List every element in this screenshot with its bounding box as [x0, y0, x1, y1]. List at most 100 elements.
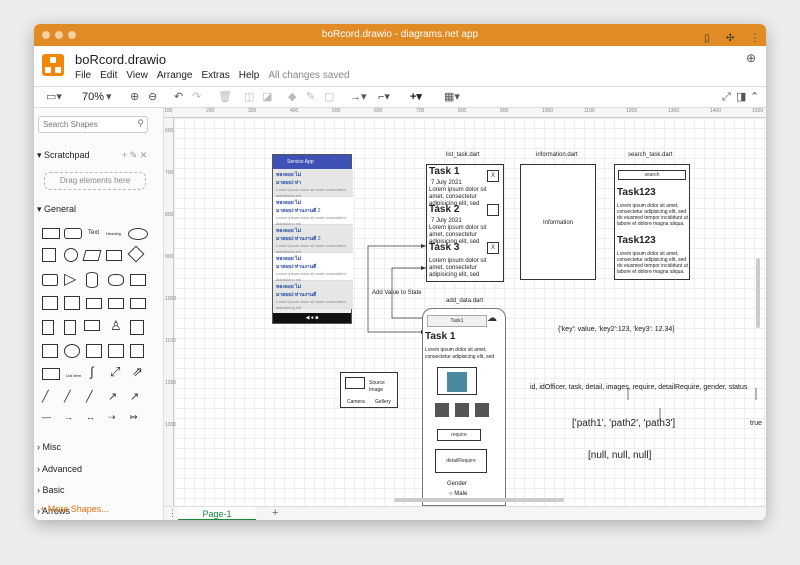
text-shape[interactable]: Text	[88, 230, 99, 237]
section-misc[interactable]: › Misc	[34, 442, 163, 452]
page-tab-1[interactable]: Page-1	[178, 507, 256, 520]
line-color-icon[interactable]: ✎	[306, 91, 315, 104]
menu-file[interactable]: File	[75, 70, 91, 81]
image-thumb[interactable]	[475, 403, 489, 417]
rounded-rectangle-shape[interactable]	[64, 228, 82, 239]
arrow-right-icon[interactable]: →	[64, 412, 73, 422]
fill-color-icon[interactable]: ◆	[288, 91, 296, 104]
fullscreen-icon[interactable]: ⤢	[722, 91, 731, 104]
general-header[interactable]: ▾ General	[34, 204, 163, 215]
menu-help[interactable]: Help	[239, 70, 260, 81]
line-icon[interactable]: ╱	[86, 390, 93, 403]
bidirectional-arrow-icon[interactable]: ⤢	[110, 364, 120, 380]
list-shape[interactable]	[42, 368, 60, 380]
to-back-icon[interactable]: ◪	[262, 91, 272, 104]
redo-icon[interactable]: ↷	[192, 91, 201, 104]
step-shape[interactable]	[86, 298, 102, 309]
to-front-icon[interactable]: ◫	[244, 91, 254, 104]
panel-layout-icon[interactable]: ▭▾	[46, 91, 62, 104]
connection-icon[interactable]: →▾	[350, 91, 367, 104]
internal-storage-shape[interactable]	[42, 296, 58, 310]
dotted-line-icon[interactable]: ╱	[64, 390, 71, 403]
scratchpad-drop-zone[interactable]: Drag elements here	[44, 172, 146, 190]
close-window-button[interactable]	[42, 31, 50, 39]
search-shapes-input[interactable]: Search Shapes ⚲	[38, 116, 148, 133]
arrow-icon[interactable]: ↗	[130, 390, 139, 403]
circle-shape[interactable]	[64, 248, 78, 262]
scratchpad-add-icon[interactable]: + ✎ ✕	[122, 150, 147, 161]
scratchpad-header[interactable]: ▾ Scratchpad + ✎ ✕	[34, 150, 163, 161]
arrow-up-right-icon[interactable]: ⇗	[132, 364, 143, 380]
list-item-shape[interactable]: List Item	[66, 372, 81, 379]
and-shape[interactable]	[64, 344, 80, 358]
insert-icon[interactable]: +▾	[410, 91, 422, 104]
or-shape[interactable]	[42, 344, 58, 358]
table-shape[interactable]	[108, 344, 124, 358]
detail-require-field[interactable]: detailRequire	[435, 449, 487, 473]
frame-shape[interactable]	[130, 344, 144, 358]
undo-icon[interactable]: ↶	[174, 91, 183, 104]
menu-arrange[interactable]: Arrange	[157, 70, 193, 81]
pages-menu-icon[interactable]: ⋮	[168, 508, 177, 519]
connector-line-icon[interactable]: ↦	[130, 412, 138, 423]
gallery-option[interactable]: Gellery	[375, 399, 391, 406]
cylinder-shape[interactable]	[86, 272, 98, 288]
process-shape[interactable]	[106, 250, 122, 261]
section-basic[interactable]: › Basic	[34, 485, 163, 495]
globe-icon[interactable]: ⊕	[746, 51, 756, 65]
square-shape[interactable]	[42, 248, 56, 262]
menu-edit[interactable]: Edit	[100, 70, 117, 81]
rectangle-shape[interactable]	[42, 228, 60, 239]
container-shape[interactable]	[130, 320, 144, 335]
zoom-level[interactable]: 70%	[82, 91, 104, 104]
data-storage-shape[interactable]	[86, 344, 102, 358]
add-page-icon[interactable]: +	[272, 507, 278, 519]
minimize-window-button[interactable]	[55, 31, 63, 39]
file-name[interactable]: boRcord.drawio	[75, 52, 166, 67]
maximize-window-button[interactable]	[68, 31, 76, 39]
source-image-box[interactable]: Source Image Camera Gellery	[340, 372, 398, 408]
parallelogram-shape[interactable]	[82, 250, 102, 261]
diamond-shape[interactable]	[127, 245, 145, 263]
textbox-shape[interactable]: Heading	[106, 230, 121, 237]
waypoints-icon[interactable]: ⌐▾	[378, 91, 390, 104]
dashed-line-icon[interactable]: ╱	[42, 390, 49, 403]
card-shape[interactable]	[64, 320, 76, 335]
bi-arrow-icon[interactable]: ↔	[86, 412, 95, 422]
format-panel-icon[interactable]: ◨	[736, 91, 746, 104]
link-line-icon[interactable]: —	[42, 412, 51, 422]
diagram-canvas[interactable]: 100 200 300 400 500 600 700 800 900 1000…	[164, 108, 766, 506]
horizontal-scrollbar[interactable]	[394, 498, 564, 502]
note-shape[interactable]	[42, 320, 54, 335]
delete-icon[interactable]: 🗑	[218, 91, 232, 104]
actor-icon[interactable]: ♙	[110, 318, 122, 334]
triangle-shape[interactable]: ▷	[64, 269, 76, 289]
camera-option[interactable]: Camera	[347, 399, 365, 406]
vertical-scrollbar[interactable]	[756, 258, 760, 328]
zoom-in-icon[interactable]: ⊕	[130, 91, 139, 104]
tape-shape[interactable]	[130, 298, 146, 309]
image-thumb[interactable]	[435, 403, 449, 417]
document-shape[interactable]	[130, 274, 146, 286]
trapezoid-shape[interactable]	[108, 298, 124, 309]
require-field[interactable]: require	[437, 429, 481, 441]
menu-extras[interactable]: Extras	[201, 70, 229, 81]
cloud-shape[interactable]	[108, 274, 124, 286]
gender-male-radio[interactable]: ○ Male	[449, 491, 467, 498]
cube-shape[interactable]	[64, 296, 80, 310]
ellipse-shape[interactable]	[128, 228, 148, 240]
connector-icon[interactable]: ↗	[108, 390, 117, 403]
image-thumb[interactable]	[455, 403, 469, 417]
section-advanced[interactable]: › Advanced	[34, 464, 163, 474]
menu-view[interactable]: View	[126, 70, 148, 81]
hexagon-shape[interactable]	[42, 274, 58, 286]
table-icon[interactable]: ▦▾	[444, 91, 460, 104]
search-icon[interactable]: ⚲	[137, 118, 144, 129]
callout-shape[interactable]	[84, 320, 100, 331]
zoom-out-icon[interactable]: ⊖	[148, 91, 157, 104]
arrow-line-icon[interactable]: ⇢	[108, 412, 116, 423]
shadow-icon[interactable]: ▢	[324, 91, 334, 104]
add-data-screen[interactable]: Task1 ☁ Task 1 Lorem ipsum dolor sit ame…	[422, 308, 506, 506]
curve-shape[interactable]: ∫	[90, 364, 94, 379]
image-placeholder[interactable]	[437, 367, 477, 395]
